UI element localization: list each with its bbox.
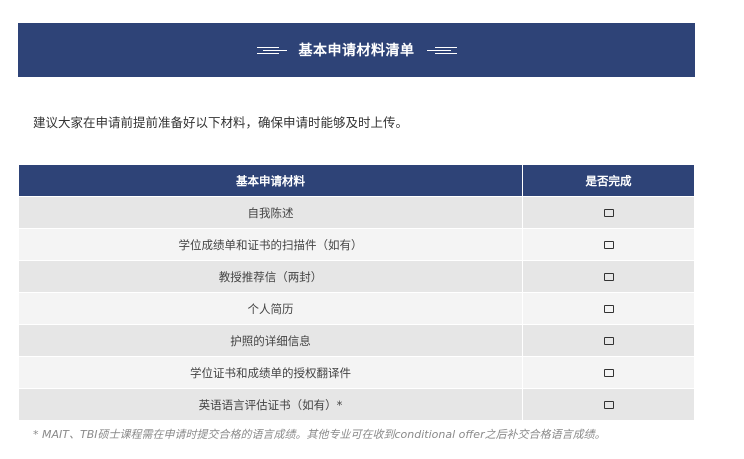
checkbox-icon[interactable] (603, 272, 614, 281)
checkbox-icon[interactable] (603, 240, 614, 249)
table-row: 学位证书和成绩单的授权翻译件 (19, 356, 694, 388)
material-cell: 护照的详细信息 (19, 325, 523, 356)
checkbox-icon[interactable] (603, 368, 614, 377)
table-row: 个人简历 (19, 292, 694, 324)
footnote: * MAIT、TBI硕士课程需在申请时提交合格的语言成绩。其他专业可在收到con… (33, 428, 606, 441)
checkbox-icon[interactable] (603, 336, 614, 345)
status-cell[interactable] (523, 325, 694, 356)
material-cell: 个人简历 (19, 293, 523, 324)
header-completed: 是否完成 (585, 173, 632, 188)
table-header-row: 基本申请材料 是否完成 (19, 165, 694, 196)
status-cell[interactable] (523, 389, 694, 420)
status-cell[interactable] (523, 261, 694, 292)
intro-text: 建议大家在申请前提前准备好以下材料，确保申请时能够及时上传。 (33, 115, 409, 130)
header-material: 基本申请材料 (19, 165, 523, 196)
table-row: 护照的详细信息 (19, 324, 694, 356)
status-cell[interactable] (523, 229, 694, 260)
left-lines-decoration-icon (256, 44, 287, 56)
section-banner: 基本申请材料清单 (18, 23, 695, 77)
checkbox-icon[interactable] (603, 304, 614, 313)
checkbox-icon[interactable] (603, 208, 614, 217)
right-lines-decoration-icon (426, 44, 457, 56)
table-row: 自我陈述 (19, 196, 694, 228)
status-cell[interactable] (523, 293, 694, 324)
table-row: 学位成绩单和证书的扫描件（如有） (19, 228, 694, 260)
table-row: 教授推荐信（两封） (19, 260, 694, 292)
material-cell: 学位成绩单和证书的扫描件（如有） (19, 229, 523, 260)
table-row: 英语语言评估证书（如有）* (19, 388, 694, 420)
status-cell[interactable] (523, 357, 694, 388)
material-cell: 英语语言评估证书（如有）* (19, 389, 523, 420)
material-cell: 学位证书和成绩单的授权翻译件 (19, 357, 523, 388)
materials-checklist-table: 基本申请材料 是否完成 自我陈述 学位成绩单和证书的扫描件（如有） 教授推荐信（… (19, 165, 694, 420)
banner-title: 基本申请材料清单 (298, 43, 415, 59)
banner-inner: 基本申请材料清单 (256, 40, 457, 60)
status-cell[interactable] (523, 197, 694, 228)
material-cell: 教授推荐信（两封） (19, 261, 523, 292)
material-cell: 自我陈述 (19, 197, 523, 228)
checkbox-icon[interactable] (603, 400, 614, 409)
